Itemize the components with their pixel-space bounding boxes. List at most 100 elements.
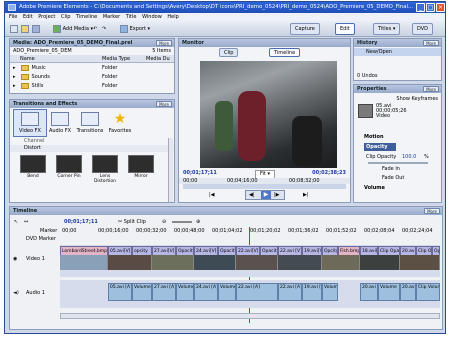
step-forward-icon[interactable]: |▶ xyxy=(274,192,280,198)
history-item-label: New/Open xyxy=(366,49,392,55)
volume-section[interactable]: Volume xyxy=(354,184,441,192)
show-keyframes-label: Show Keyframes xyxy=(396,96,438,102)
menu-window[interactable]: Window xyxy=(142,13,162,21)
timeline-more-button[interactable]: More xyxy=(424,208,440,214)
edit-button[interactable]: Edit xyxy=(335,23,355,35)
eye-icon[interactable]: ◉ xyxy=(13,255,17,263)
dvd-label: DVD xyxy=(417,26,429,32)
menu-file[interactable]: File xyxy=(9,13,17,21)
effects-list-channel[interactable]: Channel xyxy=(10,138,174,144)
audio-clip-27[interactable]: 27.avi [A] xyxy=(152,283,176,301)
media-row-stills[interactable]: ▸ Stills Folder xyxy=(10,82,174,90)
effect-thumb-corner-pin[interactable] xyxy=(56,155,82,173)
audio-clip-20b[interactable]: 20.avi [A] xyxy=(400,283,416,301)
monitor-tab-clip[interactable]: Clip xyxy=(219,48,239,57)
ruler-tick: 00;01;52;02 xyxy=(326,228,357,234)
audio-effect[interactable]: Volume xyxy=(176,283,194,301)
properties-title: Properties xyxy=(357,86,387,92)
zoom-out-icon[interactable]: ⊖ xyxy=(162,217,166,227)
media-row-sounds[interactable]: ▸ Sounds Folder xyxy=(10,73,174,81)
save-project-button[interactable] xyxy=(30,24,42,34)
play-button[interactable]: ▶ xyxy=(261,191,271,199)
fade-in-label: Fade In xyxy=(382,166,400,172)
menu-clip[interactable]: Clip xyxy=(61,13,70,21)
monitor-tab-timeline[interactable]: Timeline xyxy=(269,48,301,57)
audio-effect[interactable]: Volume xyxy=(378,283,400,301)
go-to-start-icon[interactable]: |◀ xyxy=(209,192,215,198)
col-name[interactable]: Name xyxy=(20,55,35,63)
audio-clip-22[interactable]: 22.avi [A] xyxy=(236,283,278,301)
video-fx-icon[interactable] xyxy=(21,112,39,126)
col-media-duration[interactable]: Media Du xyxy=(146,55,170,63)
audio-effect[interactable]: Volume xyxy=(218,283,236,301)
dvd-marker-row: DVD Marker xyxy=(10,236,442,243)
titles-button[interactable]: Titles ▾ xyxy=(373,23,401,35)
clip-thumbnail xyxy=(360,255,400,270)
audio-clip-19[interactable]: 19.avi [A] xyxy=(302,283,322,301)
zoom-in-icon[interactable]: ⊕ xyxy=(196,217,200,227)
col-media-type[interactable]: Media Type xyxy=(102,55,130,63)
audio-clip-22b[interactable]: 22.avi [A] xyxy=(278,283,302,301)
effects-list-distort[interactable]: Distort xyxy=(10,145,174,152)
timeline-current-time: 00;01;17;11 xyxy=(64,219,98,225)
minimize-button[interactable]: _ xyxy=(416,3,425,12)
menu-timeline[interactable]: Timeline xyxy=(76,13,97,21)
history-more-button[interactable]: More xyxy=(423,40,439,46)
time-stretch-tool-icon[interactable]: ↔ xyxy=(24,217,28,227)
maximize-button[interactable]: □ xyxy=(426,3,435,12)
effects-more-button[interactable]: More xyxy=(156,101,172,107)
show-keyframes-button[interactable]: Show Keyframes xyxy=(354,95,441,103)
split-clip-button[interactable]: ✂ Split Clip xyxy=(118,217,146,227)
redo-button[interactable]: ↷ xyxy=(100,24,108,34)
menu-marker[interactable]: Marker xyxy=(103,13,120,21)
media-more-button[interactable]: More xyxy=(156,40,172,46)
transitions-icon[interactable] xyxy=(81,112,99,126)
fade-out-button[interactable]: Fade Out xyxy=(354,174,441,182)
add-media-button[interactable]: Add Media ▾ xyxy=(51,24,95,34)
properties-more-button[interactable]: More xyxy=(423,86,439,92)
timeline-scrollbar[interactable] xyxy=(60,313,440,319)
selection-tool-icon[interactable]: ↖ xyxy=(14,217,18,227)
history-item-new-open[interactable]: New/Open xyxy=(354,48,441,56)
zoom-slider[interactable] xyxy=(172,221,192,223)
favorites-star-icon[interactable]: ★ xyxy=(111,112,129,126)
opacity-slider[interactable] xyxy=(368,162,428,164)
media-row-music[interactable]: ▸ Music Folder xyxy=(10,64,174,72)
clip-thumbnail xyxy=(152,255,194,270)
effect-thumb-bend[interactable] xyxy=(20,155,46,173)
export-button[interactable]: Export ▾ xyxy=(118,24,152,34)
menu-project[interactable]: Project xyxy=(38,13,55,21)
dvd-button[interactable]: DVD xyxy=(412,23,434,35)
clip-opacity-value[interactable]: 100.0 xyxy=(402,153,416,161)
fade-in-button[interactable]: Fade In xyxy=(354,165,441,173)
audio-clip-20[interactable]: 20.avi [A] xyxy=(360,283,378,301)
effect-thumb-mirror[interactable] xyxy=(128,155,154,173)
ruler-tick: 00;01;04;02 xyxy=(212,228,243,234)
capture-button[interactable]: Capture xyxy=(290,23,320,35)
motion-section[interactable]: Motion xyxy=(354,133,441,141)
ruler-tick: 00;02;08;04 xyxy=(364,228,395,234)
monitor-video-preview xyxy=(200,61,337,168)
step-back-icon[interactable]: ◀| xyxy=(249,192,255,198)
monitor-scrub-bar[interactable] xyxy=(183,184,346,189)
menu-help[interactable]: Help xyxy=(167,13,178,21)
audio-clip-05[interactable]: 05.avi [A] xyxy=(108,283,132,301)
audio-effect[interactable]: Volume xyxy=(132,283,152,301)
undo-button[interactable]: ↶ xyxy=(91,24,99,34)
clip-opacity-row: Clip Opacity 100.0 % xyxy=(354,153,441,161)
timeline-ruler[interactable]: 00;00 00;00;16;00 00;00;32;00 00;00;48;0… xyxy=(60,228,442,235)
menu-edit[interactable]: Edit xyxy=(23,13,33,21)
opacity-section[interactable]: Opacity xyxy=(364,143,396,151)
go-to-end-icon[interactable]: ▶| xyxy=(303,192,309,198)
audio-effect[interactable]: Clip Volume xyxy=(416,283,440,301)
audio-fx-icon[interactable] xyxy=(51,112,69,126)
effects-scrollbar[interactable] xyxy=(168,138,173,202)
close-button[interactable]: × xyxy=(436,3,445,12)
speaker-icon[interactable]: ◄) xyxy=(13,289,19,297)
audio-effect[interactable]: Volume xyxy=(322,283,338,301)
menu-title[interactable]: Title xyxy=(126,13,137,21)
monitor-fit-value: Fit xyxy=(260,171,266,177)
monitor-panel-header: Monitor xyxy=(179,39,350,47)
effect-thumb-lens-distortion[interactable] xyxy=(92,155,118,173)
audio-clip-24[interactable]: 24.avi [A] xyxy=(194,283,218,301)
